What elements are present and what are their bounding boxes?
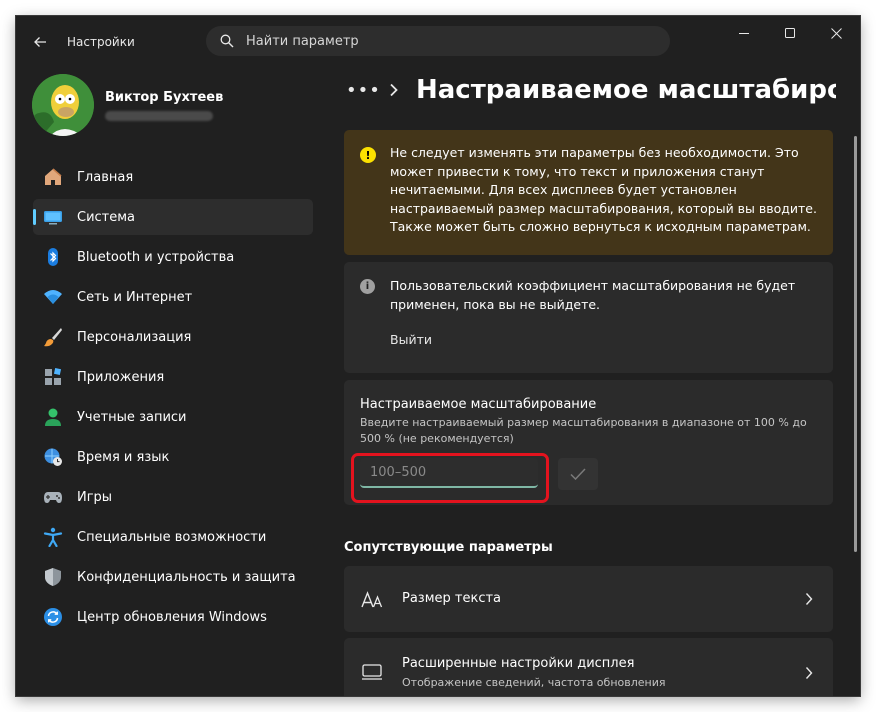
sidebar-item-label: Игры <box>77 489 113 505</box>
sidebar-item-label: Приложения <box>77 369 165 385</box>
sidebar-item-personalization[interactable]: Персонализация <box>33 319 313 355</box>
accessibility-icon <box>43 527 63 547</box>
sidebar-item-label: Главная <box>77 169 134 185</box>
sidebar-item-label: Конфиденциальность и защита <box>77 569 296 585</box>
avatar-picture-icon <box>32 74 94 136</box>
sidebar-item-label: Учетные записи <box>77 409 187 425</box>
gamepad-icon <box>43 487 63 507</box>
sidebar-item-accessibility[interactable]: Специальные возможности <box>33 519 313 555</box>
sidebar-item-windows-update[interactable]: Центр обновления Windows <box>33 599 313 635</box>
search-icon <box>220 34 234 48</box>
system-icon <box>43 207 63 227</box>
sidebar-item-label: Время и язык <box>77 449 170 465</box>
avatar[interactable] <box>32 74 94 136</box>
warning-icon: ! <box>360 147 376 163</box>
sidebar-item-label: Специальные возможности <box>77 529 267 545</box>
sidebar-item-privacy[interactable]: Конфиденциальность и защита <box>33 559 313 595</box>
sidebar-item-home[interactable]: Главная <box>33 159 313 195</box>
text-size-icon <box>360 587 384 611</box>
sidebar-item-label: Сеть и Интернет <box>77 289 193 305</box>
bluetooth-icon <box>43 247 63 267</box>
chevron-right-icon <box>803 666 815 680</box>
wifi-icon <box>43 287 63 307</box>
sidebar-item-apps[interactable]: Приложения <box>33 359 313 395</box>
related-item-label: Расширенные настройки дисплея <box>402 656 635 671</box>
search-box[interactable] <box>206 26 670 56</box>
related-item-text-size[interactable]: Размер текста <box>344 566 833 632</box>
sidebar-item-network[interactable]: Сеть и Интернет <box>33 279 313 315</box>
user-name: Виктор Бухтеев <box>105 90 224 105</box>
breadcrumb-more-button[interactable]: ••• <box>346 80 381 101</box>
related-item-label: Размер текста <box>402 591 502 606</box>
custom-scaling-title: Настраиваемое масштабирование <box>360 397 597 412</box>
globe-clock-icon <box>43 447 63 467</box>
back-button[interactable] <box>26 28 54 56</box>
sidebar-nav: Главная Система Bluetooth и устройства С… <box>33 159 313 639</box>
chevron-right-icon <box>803 592 815 606</box>
content-scrollbar[interactable] <box>854 136 857 552</box>
arrow-left-icon <box>34 37 46 47</box>
info-text: Пользовательский коэффициент масштабиров… <box>390 278 796 312</box>
home-icon <box>43 167 63 187</box>
custom-scaling-card: Настраиваемое масштабирование Введите на… <box>344 380 833 505</box>
monitor-icon <box>360 660 384 684</box>
info-card: i Пользовательский коэффициент масштабир… <box>344 262 833 373</box>
scaling-input-wrapper <box>360 458 538 488</box>
apps-icon <box>43 367 63 387</box>
sidebar-item-label: Bluetooth и устройства <box>77 249 235 265</box>
checkmark-icon <box>570 468 586 480</box>
info-icon: i <box>360 279 375 294</box>
settings-window: Настройки Виктор Бухтеев Главная <box>16 16 860 696</box>
custom-scaling-description: Введите настраиваемый размер масштабиров… <box>360 416 807 445</box>
warning-card: ! Не следует изменять эти параметры без … <box>344 130 833 255</box>
update-icon <box>43 607 63 627</box>
sidebar-item-label: Персонализация <box>77 329 192 345</box>
related-item-sublabel: Отображение сведений, частота обновления <box>402 676 666 689</box>
close-button[interactable] <box>813 22 859 44</box>
maximize-button[interactable] <box>767 22 813 44</box>
warning-text: Не следует изменять эти параметры без не… <box>390 145 817 234</box>
search-input[interactable] <box>244 32 648 50</box>
close-icon <box>830 27 842 39</box>
sidebar-item-label: Центр обновления Windows <box>77 609 267 625</box>
sidebar-item-bluetooth[interactable]: Bluetooth и устройства <box>33 239 313 275</box>
minimize-icon <box>739 33 749 34</box>
shield-icon <box>43 567 63 587</box>
related-item-advanced-display[interactable]: Расширенные настройки дисплея Отображени… <box>344 638 833 696</box>
user-email-redacted <box>105 111 213 121</box>
person-icon <box>43 407 63 427</box>
sidebar-item-gaming[interactable]: Игры <box>33 479 313 515</box>
sidebar-item-system[interactable]: Система <box>33 199 313 235</box>
page-title: Настраиваемое масштабирование <box>416 75 836 105</box>
maximize-icon <box>785 28 795 38</box>
sidebar-item-label: Система <box>77 209 136 225</box>
breadcrumb-chevron-icon <box>389 82 399 101</box>
sidebar-item-time-language[interactable]: Время и язык <box>33 439 313 475</box>
scaling-input[interactable] <box>360 458 538 488</box>
logout-link[interactable]: Выйти <box>390 332 432 347</box>
brush-icon <box>43 327 63 347</box>
apply-button[interactable] <box>558 458 598 490</box>
related-settings-title: Сопутствующие параметры <box>344 540 553 555</box>
minimize-button[interactable] <box>721 22 767 44</box>
app-title: Настройки <box>67 35 135 49</box>
sidebar-item-accounts[interactable]: Учетные записи <box>33 399 313 435</box>
